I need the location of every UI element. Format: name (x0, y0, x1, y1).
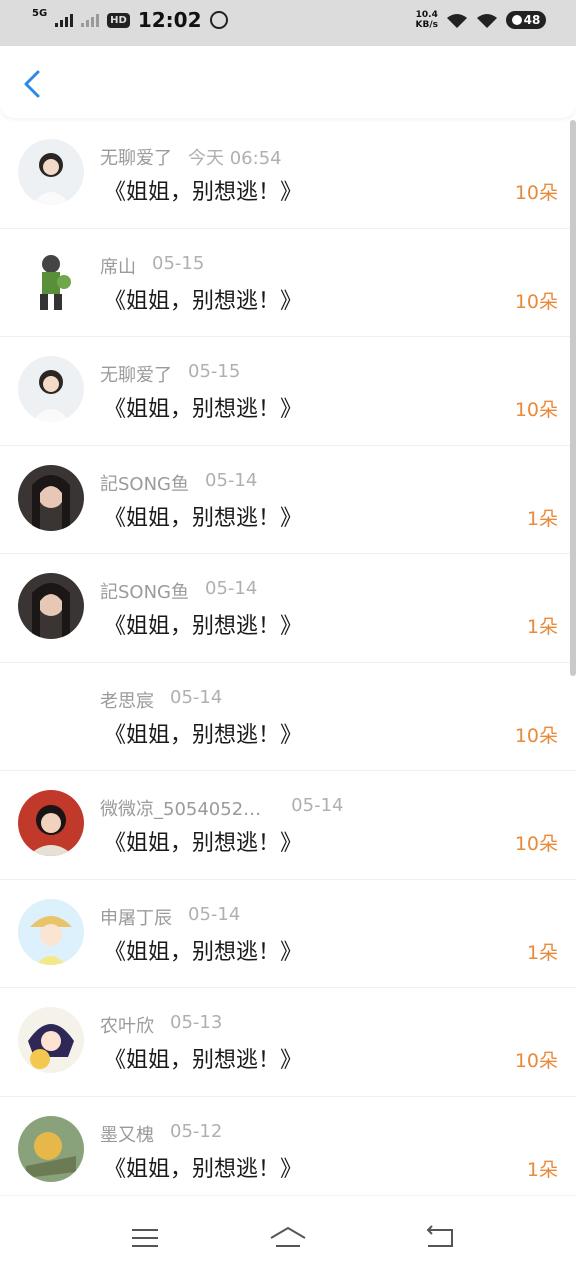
notification-icon (209, 11, 228, 29)
clock: 12:02 (137, 8, 202, 32)
book-title: 《姐姐，别想逃！》 (104, 614, 303, 639)
record-meta: 无聊爱了 05-15 (100, 361, 240, 387)
user-name[interactable]: 无聊爱了 (100, 361, 172, 387)
avatar[interactable] (18, 1115, 84, 1182)
record-date: 05-14 (188, 903, 241, 925)
status-left: 5G HD 12:02 (32, 8, 228, 32)
user-name[interactable]: 微微凉_5054052… (100, 795, 261, 821)
avatar[interactable] (18, 1007, 84, 1073)
home-icon (270, 1226, 306, 1247)
chevron-left-icon (24, 70, 40, 98)
record-date: 05-14 (205, 469, 258, 491)
list-item[interactable]: 申屠丁辰 05-14 《姐姐，别想逃！》 1朵 (0, 880, 576, 988)
system-nav-bar (0, 1195, 576, 1280)
speed-value: 10.4 (415, 10, 438, 20)
flower-count: 1朵 (526, 1158, 558, 1181)
avatar[interactable] (18, 790, 84, 856)
book-title: 《姐姐，别想逃！》 (104, 397, 303, 422)
user-name[interactable]: 記SONG鱼 (100, 470, 189, 496)
record-meta: 无聊爱了 今天 06:54 (100, 144, 282, 170)
flower-count: 10朵 (514, 290, 558, 313)
book-title: 《姐姐，别想逃！》 (104, 831, 303, 856)
flower-count: 1朵 (526, 941, 558, 964)
record-meta: 席山 05-15 (100, 253, 204, 279)
record-date: 今天 06:54 (188, 148, 282, 169)
avatar[interactable] (18, 247, 84, 314)
record-date: 05-14 (291, 795, 344, 816)
network-speed: 10.4 KB/s (416, 10, 438, 30)
record-date: 05-12 (170, 1120, 223, 1142)
avatar[interactable] (18, 464, 84, 531)
record-meta: 微微凉_5054052… 05-14 (100, 795, 343, 821)
record-meta: 申屠丁辰 05-14 (100, 904, 240, 930)
status-bar: 5G HD 12:02 10.4 KB/s 48 (0, 0, 576, 46)
battery-level: 48 (523, 13, 541, 27)
record-meta: 老思宸 05-14 (100, 687, 222, 713)
flower-count: 10朵 (514, 182, 558, 204)
record-meta: 記SONG鱼 05-14 (100, 578, 257, 604)
back-icon (426, 1225, 453, 1247)
book-title: 《姐姐，别想逃！》 (104, 1048, 303, 1073)
user-name[interactable]: 墨又槐 (100, 1121, 154, 1147)
avatar[interactable] (18, 681, 84, 748)
record-meta: 墨又槐 05-12 (100, 1121, 222, 1147)
home-button[interactable] (268, 1224, 308, 1252)
avatar[interactable] (18, 139, 84, 205)
status-right: 10.4 KB/s 48 (416, 10, 546, 30)
scrollbar[interactable] (570, 120, 576, 676)
flower-count: 10朵 (514, 399, 558, 421)
wifi-icon (446, 13, 468, 28)
signal-icon (55, 13, 74, 27)
avatar[interactable] (18, 573, 84, 639)
book-title: 《姐姐，别想逃！》 (104, 180, 303, 205)
network-type: 5G (32, 8, 48, 19)
user-name[interactable]: 老思宸 (100, 687, 154, 713)
book-title: 《姐姐，别想逃！》 (104, 288, 303, 314)
flower-count: 10朵 (514, 1050, 558, 1072)
header-bar (0, 46, 576, 118)
record-date: 05-13 (170, 1012, 223, 1033)
book-title: 《姐姐，别想逃！》 (104, 722, 303, 748)
speed-unit: KB/s (415, 20, 438, 30)
list-item[interactable]: 席山 05-15 《姐姐，别想逃！》 10朵 (0, 229, 576, 337)
list-item[interactable]: 墨又槐 05-12 《姐姐，别想逃！》 1朵 (0, 1097, 576, 1205)
avatar[interactable] (18, 356, 84, 422)
battery-icon: 48 (506, 11, 546, 29)
record-date: 05-15 (152, 252, 205, 274)
hd-badge: HD (107, 12, 130, 28)
list-item[interactable]: 老思宸 05-14 《姐姐，别想逃！》 10朵 (0, 663, 576, 771)
gift-record-list: 无聊爱了 今天 06:54 《姐姐，别想逃！》 10朵 席山 05-15 《姐姐… (0, 120, 576, 1205)
book-title: 《姐姐，别想逃！》 (104, 505, 303, 531)
list-item[interactable]: 記SONG鱼 05-14 《姐姐，别想逃！》 1朵 (0, 446, 576, 554)
record-date: 05-15 (188, 361, 241, 382)
list-item[interactable]: 微微凉_5054052… 05-14 《姐姐，别想逃！》 10朵 (0, 771, 576, 880)
user-name[interactable]: 記SONG鱼 (100, 578, 189, 604)
flower-count: 1朵 (526, 616, 558, 638)
flower-count: 1朵 (526, 507, 558, 530)
list-item[interactable]: 无聊爱了 今天 06:54 《姐姐，别想逃！》 10朵 (0, 120, 576, 229)
book-title: 《姐姐，别想逃！》 (104, 1156, 303, 1182)
avatar[interactable] (18, 898, 84, 965)
user-name[interactable]: 农叶欣 (100, 1012, 154, 1038)
record-date: 05-14 (170, 686, 223, 708)
user-name[interactable]: 无聊爱了 (100, 144, 172, 170)
list-item[interactable]: 无聊爱了 05-15 《姐姐，别想逃！》 10朵 (0, 337, 576, 446)
menu-icon (132, 1229, 158, 1247)
flower-count: 10朵 (514, 833, 558, 855)
flower-count: 10朵 (514, 724, 558, 747)
wifi-2-icon (476, 13, 498, 28)
back-button[interactable] (18, 68, 46, 100)
list-item[interactable]: 記SONG鱼 05-14 《姐姐，别想逃！》 1朵 (0, 554, 576, 663)
user-name[interactable]: 席山 (100, 253, 136, 279)
menu-button[interactable] (124, 1224, 164, 1252)
record-meta: 記SONG鱼 05-14 (100, 470, 257, 496)
user-name[interactable]: 申屠丁辰 (100, 904, 172, 930)
book-title: 《姐姐，别想逃！》 (104, 939, 303, 965)
signal-2-icon (81, 13, 100, 27)
list-item[interactable]: 农叶欣 05-13 《姐姐，别想逃！》 10朵 (0, 988, 576, 1097)
record-meta: 农叶欣 05-13 (100, 1012, 222, 1038)
back-nav-button[interactable] (418, 1224, 458, 1252)
battery-dot-icon (511, 15, 522, 25)
record-date: 05-14 (205, 578, 258, 599)
